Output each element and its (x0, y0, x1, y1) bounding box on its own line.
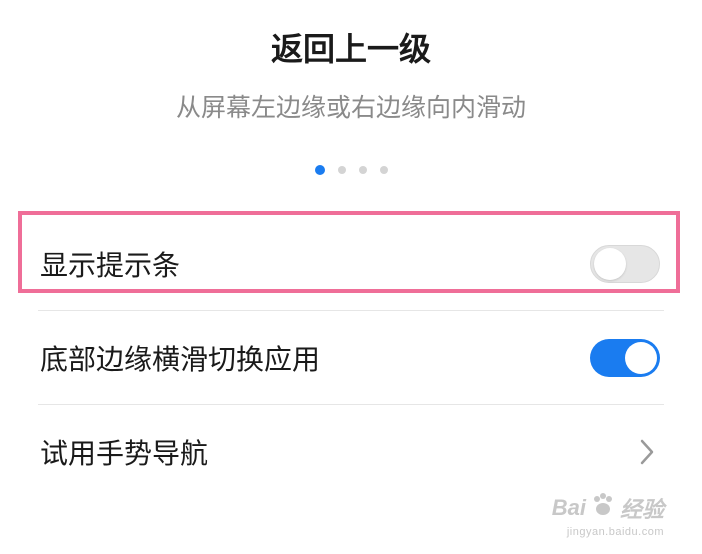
bottom-swipe-switch-toggle[interactable] (590, 339, 660, 377)
divider (38, 310, 664, 311)
divider (38, 404, 664, 405)
page-dot-1 (314, 165, 325, 175)
page-dot-4 (379, 166, 388, 174)
toggle-knob (625, 342, 657, 374)
setting-label: 底部边缘横滑切换应用 (40, 343, 321, 376)
watermark-brand: Bai (551, 495, 586, 520)
setting-row-try-gesture-nav[interactable]: 试用手势导航 (38, 406, 664, 498)
setting-label: 试用手势导航 (40, 437, 209, 470)
chevron-right-icon (632, 432, 662, 472)
setting-row-show-hint-bar[interactable]: 显示提示条 (38, 218, 664, 310)
watermark: Bai 经验 jingyan.baidu.com (552, 492, 664, 538)
setting-row-bottom-swipe-switch[interactable]: 底部边缘横滑切换应用 (38, 312, 664, 404)
page-subtitle: 从屏幕左边缘或右边缘向内滑动 (175, 93, 526, 122)
page-dot-2 (337, 166, 346, 174)
page-indicator (0, 165, 702, 175)
page-dot-3 (358, 166, 367, 174)
setting-label: 显示提示条 (40, 249, 181, 282)
watermark-brand-suffix: 经验 (619, 497, 664, 522)
page-title: 返回上一级 (270, 30, 431, 68)
show-hint-bar-toggle[interactable] (590, 245, 660, 283)
watermark-url: jingyan.baidu.com (566, 526, 664, 538)
paw-icon (590, 492, 616, 524)
toggle-knob (594, 248, 626, 280)
